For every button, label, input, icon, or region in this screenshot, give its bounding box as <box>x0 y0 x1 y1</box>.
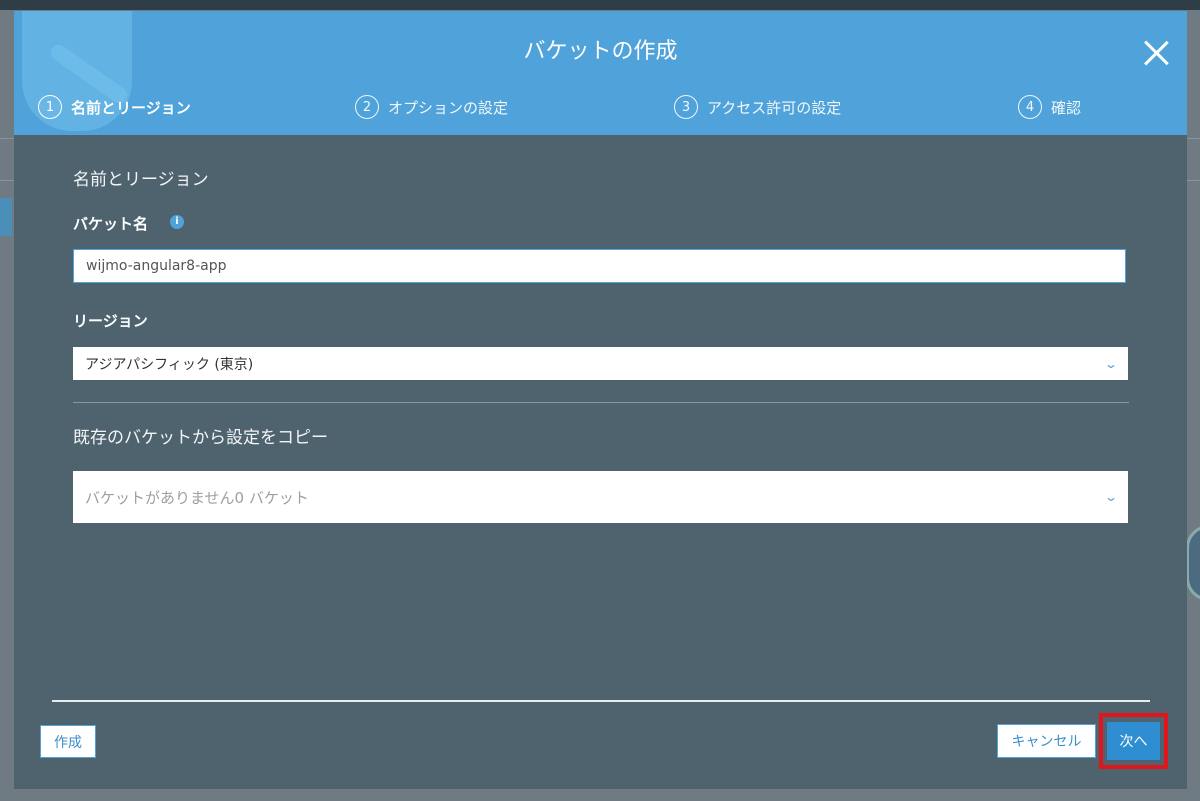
step-name-region[interactable]: 1 名前とリージョン <box>38 95 191 119</box>
modal-header: バケットの作成 1 名前とリージョン 2 オプションの設定 3 アクセス許可の設… <box>14 11 1187 135</box>
region-select[interactable]: アジアパシフィック (東京) ⌄ <box>73 347 1128 380</box>
modal-title: バケットの作成 <box>523 39 678 64</box>
footer-divider <box>52 700 1150 702</box>
create-button[interactable]: 作成 <box>40 725 96 758</box>
copy-settings-label: 既存のバケットから設定をコピー <box>73 428 328 448</box>
copy-settings-placeholder: バケットがありません0 バケット <box>85 488 309 507</box>
step-number: 1 <box>38 95 62 119</box>
copy-settings-select[interactable]: バケットがありません0 バケット ⌄ <box>73 471 1128 523</box>
highlight-annotation <box>1099 713 1168 769</box>
step-label: オプションの設定 <box>388 98 509 117</box>
step-label: アクセス許可の設定 <box>707 98 842 117</box>
background-tab <box>0 198 12 236</box>
region-selected-value: アジアパシフィック (東京) <box>85 356 254 373</box>
region-label: リージョン <box>73 312 148 330</box>
bucket-name-input[interactable] <box>73 249 1126 283</box>
create-bucket-modal: バケットの作成 1 名前とリージョン 2 オプションの設定 3 アクセス許可の設… <box>14 11 1187 789</box>
step-label: 名前とリージョン <box>71 98 191 117</box>
chevron-down-icon: ⌄ <box>1103 356 1119 371</box>
step-number: 3 <box>674 95 698 119</box>
step-label: 確認 <box>1051 98 1082 117</box>
close-icon[interactable] <box>1142 39 1170 67</box>
step-review[interactable]: 4 確認 <box>1018 95 1081 119</box>
chevron-down-icon: ⌄ <box>1103 490 1119 504</box>
info-icon[interactable]: i <box>170 215 184 229</box>
bucket-name-label: バケット名 <box>73 215 149 233</box>
cancel-button[interactable]: キャンセル <box>997 724 1096 758</box>
step-permissions[interactable]: 3 アクセス許可の設定 <box>674 95 841 119</box>
step-number: 4 <box>1018 95 1042 119</box>
step-options[interactable]: 2 オプションの設定 <box>355 95 508 119</box>
background-topbar <box>0 0 1200 10</box>
step-number: 2 <box>355 95 379 119</box>
section-title: 名前とリージョン <box>73 170 209 190</box>
section-divider <box>73 402 1129 403</box>
